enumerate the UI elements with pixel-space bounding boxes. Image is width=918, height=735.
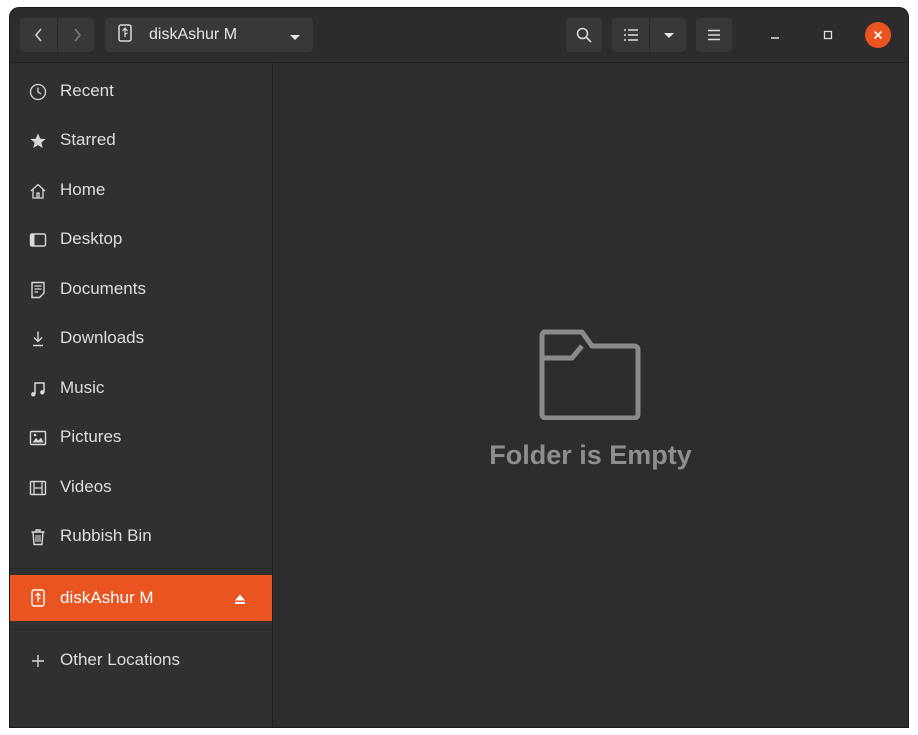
chevron-left-icon: [34, 28, 42, 42]
sidebar-separator: [10, 629, 272, 630]
close-icon: [873, 30, 883, 40]
chevron-down-icon: [663, 33, 674, 38]
eject-icon[interactable]: [234, 590, 246, 610]
plus-icon: [27, 650, 49, 672]
sidebar-item-home[interactable]: Home: [10, 166, 272, 214]
sidebar-item-documents[interactable]: Documents: [10, 265, 272, 313]
forward-button[interactable]: [57, 18, 95, 52]
view-options-button[interactable]: [649, 18, 687, 52]
sidebar-item-pictures[interactable]: Pictures: [10, 413, 272, 461]
maximize-button[interactable]: [815, 22, 841, 48]
usb-drive-icon: [27, 587, 49, 609]
clock-icon: [27, 81, 49, 103]
back-button[interactable]: [20, 18, 57, 52]
path-label: diskAshur M: [149, 26, 238, 43]
sidebar-item-label: Home: [60, 180, 106, 199]
sidebar-item-music[interactable]: Music: [10, 364, 272, 412]
sidebar-item-label: Rubbish Bin: [60, 526, 152, 545]
minimize-button[interactable]: [762, 22, 788, 48]
main-menu-button[interactable]: [696, 18, 732, 52]
list-view-button[interactable]: [612, 18, 649, 52]
maximize-icon: [823, 30, 833, 40]
file-manager-window: diskAshur M Recent Starred Home Desktop …: [10, 8, 908, 727]
trash-icon: [27, 526, 49, 548]
chevron-down-icon: [289, 28, 301, 47]
sidebar-item-label: Starred: [60, 130, 116, 149]
sidebar-item-desktop[interactable]: Desktop: [10, 215, 272, 263]
usb-drive-icon: [117, 24, 133, 46]
view-buttons: [612, 18, 686, 52]
sidebar-item-starred[interactable]: Starred: [10, 116, 272, 164]
sidebar-item-diskashur[interactable]: diskAshur M: [10, 575, 272, 621]
header-bar: diskAshur M: [10, 8, 908, 63]
search-button[interactable]: [566, 18, 602, 52]
download-icon: [27, 328, 49, 350]
sidebar-item-downloads[interactable]: Downloads: [10, 314, 272, 362]
star-icon: [27, 130, 49, 152]
file-view[interactable]: Folder is Empty: [273, 63, 908, 727]
music-icon: [27, 378, 49, 400]
sidebar-item-rubbish-bin[interactable]: Rubbish Bin: [10, 512, 272, 560]
sidebar-item-label: Other Locations: [60, 650, 181, 669]
sidebar-item-other-locations[interactable]: Other Locations: [10, 636, 272, 684]
navigation-buttons: [20, 18, 94, 52]
sidebar-item-recent[interactable]: Recent: [10, 67, 272, 115]
folder-icon: [538, 328, 642, 424]
close-button[interactable]: [865, 22, 891, 48]
path-bar-button[interactable]: diskAshur M: [105, 18, 313, 52]
sidebar-item-label: Documents: [60, 279, 146, 298]
sidebar-item-label: Music: [60, 378, 105, 397]
places-sidebar: Recent Starred Home Desktop Documents Do…: [10, 63, 273, 727]
sidebar-item-label: diskAshur M: [60, 588, 154, 607]
document-icon: [27, 279, 49, 301]
desktop-icon: [27, 229, 49, 251]
picture-icon: [27, 427, 49, 449]
sidebar-item-label: Desktop: [60, 229, 123, 248]
sidebar-item-label: Videos: [60, 477, 112, 496]
sidebar-separator: [10, 568, 272, 569]
list-view-icon: [623, 29, 638, 41]
empty-folder-message: Folder is Empty: [489, 440, 692, 470]
search-icon: [576, 27, 592, 43]
sidebar-item-videos[interactable]: Videos: [10, 463, 272, 511]
sidebar-item-label: Pictures: [60, 427, 122, 446]
minimize-icon: [771, 37, 779, 39]
sidebar-item-label: Recent: [60, 81, 114, 100]
chevron-right-icon: [73, 28, 81, 42]
sidebar-item-label: Downloads: [60, 328, 145, 347]
home-icon: [27, 180, 49, 202]
video-icon: [27, 477, 49, 499]
hamburger-menu-icon: [708, 29, 720, 41]
